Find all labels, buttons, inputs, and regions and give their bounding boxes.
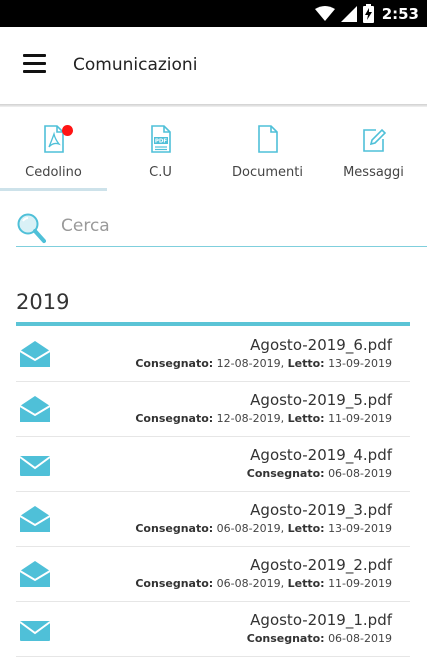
envelope-open-icon <box>19 561 51 587</box>
file-name: Agosto-2019_3.pdf <box>250 501 392 519</box>
tab-cu[interactable]: PDF C.U <box>107 107 214 191</box>
file-meta: Consegnato: 06-08-2019, Letto: 13-09-201… <box>135 522 392 535</box>
pdf-file-icon: PDF <box>150 125 171 153</box>
file-name: Agosto-2019_5.pdf <box>250 391 392 409</box>
document-list: Agosto-2019_6.pdf Consegnato: 12-08-2019… <box>16 327 410 657</box>
envelope-open-icon <box>19 396 51 422</box>
cellular-icon <box>340 5 357 22</box>
search-underline <box>16 246 427 247</box>
envelope-closed-icon <box>19 456 51 476</box>
hamburger-menu-icon[interactable] <box>23 54 46 74</box>
tab-label: Cedolino <box>25 165 82 180</box>
wifi-icon <box>314 6 335 21</box>
status-bar: 2:53 <box>0 0 427 27</box>
svg-text:PDF: PDF <box>154 139 167 145</box>
file-name: Agosto-2019_2.pdf <box>250 556 392 574</box>
year-header: 2019 <box>16 290 70 314</box>
search-bar <box>0 205 427 249</box>
tab-documenti[interactable]: Documenti <box>214 107 321 191</box>
file-name: Agosto-2019_6.pdf <box>250 336 392 354</box>
tab-label: Documenti <box>232 165 303 180</box>
search-icon[interactable] <box>16 212 46 244</box>
status-time: 2:53 <box>381 4 419 23</box>
file-meta: Consegnato: 06-08-2019 <box>246 632 392 645</box>
list-item[interactable]: Agosto-2019_5.pdf Consegnato: 12-08-2019… <box>16 382 410 437</box>
tab-bar: Cedolino PDF C.U Documenti Messaggi <box>0 107 427 191</box>
search-input[interactable] <box>61 211 411 241</box>
page-title: Comunicazioni <box>73 55 198 75</box>
envelope-open-icon <box>19 341 51 367</box>
document-icon <box>257 125 278 153</box>
envelope-open-icon <box>19 506 51 532</box>
file-meta: Consegnato: 06-08-2019 <box>246 467 392 480</box>
notification-badge <box>62 125 73 136</box>
tab-messaggi[interactable]: Messaggi <box>320 107 427 191</box>
tab-label: Messaggi <box>343 165 404 180</box>
tab-cedolino[interactable]: Cedolino <box>0 107 107 191</box>
tab-selected-indicator <box>0 188 107 191</box>
envelope-closed-icon <box>19 621 51 641</box>
file-meta: Consegnato: 12-08-2019, Letto: 11-09-201… <box>135 412 392 425</box>
file-name: Agosto-2019_4.pdf <box>250 446 392 464</box>
file-meta: Consegnato: 12-08-2019, Letto: 13-09-201… <box>135 357 392 370</box>
status-icons: 2:53 <box>314 4 419 23</box>
list-item[interactable]: Agosto-2019_4.pdf Consegnato: 06-08-2019 <box>16 437 410 492</box>
list-item[interactable]: Agosto-2019_6.pdf Consegnato: 12-08-2019… <box>16 327 410 382</box>
year-divider <box>16 322 410 326</box>
file-meta: Consegnato: 06-08-2019, Letto: 11-09-201… <box>135 577 392 590</box>
list-item[interactable]: Agosto-2019_2.pdf Consegnato: 06-08-2019… <box>16 547 410 602</box>
app-bar: Comunicazioni <box>0 27 427 105</box>
file-name: Agosto-2019_1.pdf <box>250 611 392 629</box>
battery-charging-icon <box>362 4 374 23</box>
list-item[interactable]: Agosto-2019_1.pdf Consegnato: 06-08-2019 <box>16 602 410 657</box>
list-item[interactable]: Agosto-2019_3.pdf Consegnato: 06-08-2019… <box>16 492 410 547</box>
edit-message-icon <box>362 128 386 152</box>
tab-label: C.U <box>149 165 172 180</box>
